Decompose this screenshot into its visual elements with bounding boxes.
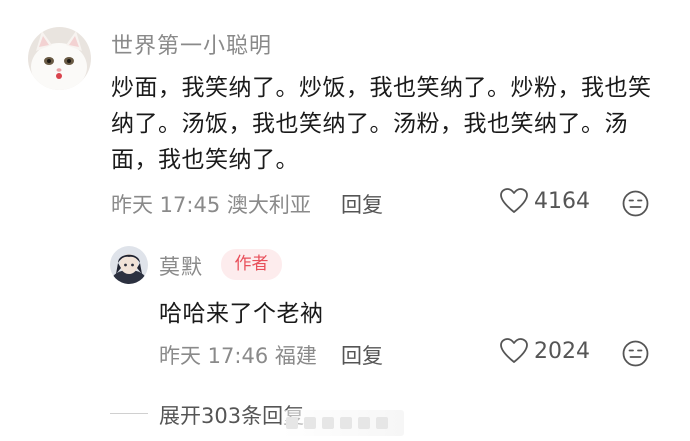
heart-outline-icon bbox=[500, 338, 528, 363]
expand-divider bbox=[110, 413, 148, 414]
comment-text: 炒面，我笑纳了。炒饭，我也笑纳了。炒粉，我也笑纳了。汤饭，我也笑纳了。汤粉，我也… bbox=[111, 75, 652, 173]
heart-outline-icon bbox=[500, 188, 528, 213]
like-count: 4164 bbox=[534, 188, 590, 214]
reply-text: 哈哈来了个老衲 bbox=[159, 301, 324, 327]
watermark-overlay bbox=[282, 410, 404, 436]
neutral-face-icon bbox=[622, 340, 649, 367]
comment-meta: 昨天 17:45 澳大利亚 bbox=[111, 193, 311, 217]
reply-button[interactable]: 回复 bbox=[341, 189, 383, 219]
username[interactable]: 世界第一小聪明 bbox=[111, 28, 272, 60]
emoji-reaction-button[interactable] bbox=[622, 190, 649, 221]
reply-meta: 昨天 17:46 福建 bbox=[159, 344, 317, 368]
reply-button[interactable]: 回复 bbox=[341, 340, 383, 370]
neutral-face-icon bbox=[622, 190, 649, 217]
like-button[interactable]: 4164 bbox=[500, 188, 590, 214]
author-username[interactable]: 莫默 bbox=[159, 251, 203, 281]
author-badge: 作者 bbox=[221, 249, 282, 280]
comment-section: 世界第一小聪明 炒面，我笑纳了。炒饭，我也笑纳了。炒粉，我也笑纳了。汤饭，我也笑… bbox=[0, 0, 690, 441]
author-avatar[interactable] bbox=[110, 246, 148, 284]
user-avatar[interactable] bbox=[28, 27, 91, 90]
cat-avatar-icon bbox=[28, 27, 91, 90]
anime-avatar-icon bbox=[110, 246, 148, 284]
like-button[interactable]: 2024 bbox=[500, 338, 590, 364]
emoji-reaction-button[interactable] bbox=[622, 340, 649, 371]
like-count: 2024 bbox=[534, 338, 590, 364]
